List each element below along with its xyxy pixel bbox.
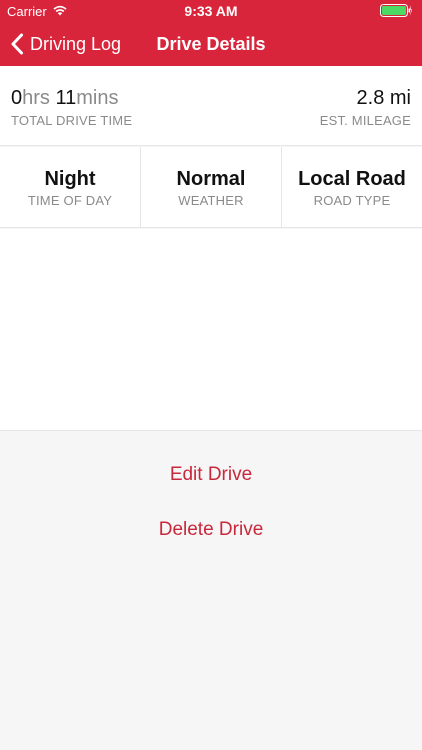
page-title: Drive Details [156, 34, 266, 54]
delete-drive-button[interactable]: Delete Drive [0, 519, 422, 541]
status-time: 9:33 AM [184, 3, 238, 19]
condition-caption: ROAD TYPE [313, 193, 391, 208]
status-bar: Carrier 9:33 AM [0, 0, 422, 22]
drive-time-value: 0hrs 11mins [11, 86, 132, 110]
drive-actions: Edit Drive Delete Drive [0, 432, 422, 750]
condition-road-type: Local Road ROAD TYPE [282, 147, 422, 227]
minutes-value: 11 [55, 87, 77, 109]
navigation-bar: Driving Log Drive Details [0, 22, 422, 66]
condition-value: Local Road [298, 168, 406, 190]
app-root: Carrier 9:33 AM Driving Log Drive Detail… [0, 0, 422, 750]
condition-weather: Normal WEATHER [141, 147, 282, 227]
drive-summary: 0hrs 11mins TOTAL DRIVE TIME 2.8 mi EST.… [0, 66, 422, 146]
mileage-value: 2.8 mi [356, 87, 411, 109]
estimated-mileage: 2.8 mi EST. MILEAGE [320, 86, 411, 128]
hours-value: 0 [11, 87, 23, 109]
drive-time-caption: TOTAL DRIVE TIME [11, 113, 133, 128]
mileage-caption: EST. MILEAGE [319, 113, 411, 128]
details-blank-area [0, 229, 422, 431]
condition-value: Normal [176, 168, 246, 190]
minutes-unit: mins [76, 87, 119, 109]
battery-icon [380, 4, 412, 17]
condition-value: Night [44, 168, 96, 190]
total-drive-time: 0hrs 11mins TOTAL DRIVE TIME [11, 86, 132, 128]
condition-caption: TIME OF DAY [27, 193, 113, 208]
edit-drive-button[interactable]: Edit Drive [0, 464, 422, 486]
hours-unit: hrs [22, 87, 50, 109]
condition-caption: WEATHER [178, 193, 244, 208]
drive-conditions: Night TIME OF DAY Normal WEATHER Local R… [0, 147, 422, 228]
condition-time-of-day: Night TIME OF DAY [0, 147, 141, 227]
